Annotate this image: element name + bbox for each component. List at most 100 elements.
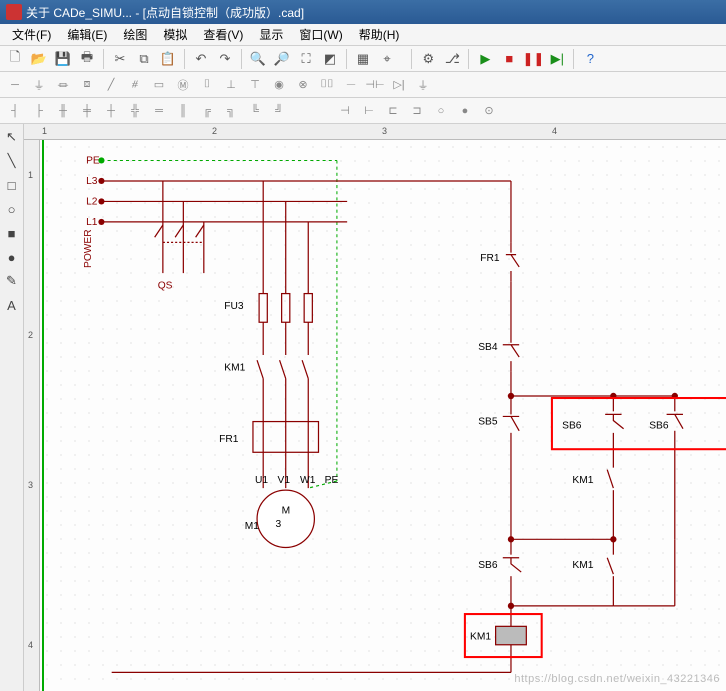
menu-display[interactable]: 显示 [251,24,291,45]
comp-coil[interactable]: ⌷ [196,74,218,96]
label-sb5: SB5 [478,417,498,428]
zoom-fit-button[interactable]: ⛶ [295,48,317,70]
sim-build-button[interactable]: ⎇ [441,48,463,70]
label-fu3: FU3 [224,301,244,312]
tool-pen[interactable]: ✎ [3,272,21,290]
separator [103,49,104,69]
pause-button[interactable]: ❚❚ [522,48,544,70]
label-v1: V1 [278,475,291,486]
comp-contact-nc[interactable]: ⊤ [244,74,266,96]
comp-breaker[interactable]: ⧈ [76,74,98,96]
redo-button[interactable]: ↷ [214,48,236,70]
menu-simulate[interactable]: 模拟 [155,24,195,45]
window-titlebar: 关于 CADe_SIMU... - [点动自锁控制（成功版）.cad] [0,0,726,24]
sim-config-button[interactable]: ⚙ [417,48,439,70]
zoom-out-button[interactable]: 🔎 [271,48,293,70]
comp2-k[interactable]: ╚ [244,100,266,122]
menu-help[interactable]: 帮助(H) [351,24,408,45]
toolbar-components-1: ─ ⏚ ⏛ ⧈ ╱ ⧣ ▭ Ⓜ ⌷ ⊥ ⊤ ◉ ⊗ ⌷⌷ ⏤ ⊣⊢ ▷| ⏚ [0,72,726,98]
comp2-n[interactable]: ⊢ [358,100,380,122]
comp-capacitor[interactable]: ⊣⊢ [364,74,386,96]
ruler-v-tick: 1 [28,170,33,180]
comp2-b[interactable]: ├ [28,100,50,122]
comp2-e[interactable]: ┼ [100,100,122,122]
comp-contact-no[interactable]: ⊥ [220,74,242,96]
comp2-i[interactable]: ╔ [196,100,218,122]
comp2-o[interactable]: ⊏ [382,100,404,122]
tool-line[interactable]: ╲ [3,152,21,170]
ruler-h-tick: 3 [382,126,387,136]
open-button[interactable]: 📂 [28,48,50,70]
step-button[interactable]: ▶| [546,48,568,70]
zoom-in-button[interactable]: 🔍 [247,48,269,70]
label-sb6b: SB6 [649,421,669,432]
ruler-v-tick: 3 [28,480,33,490]
comp2-h[interactable]: ║ [172,100,194,122]
save-button[interactable]: 💾 [52,48,74,70]
tool-circle[interactable]: ○ [3,200,21,218]
schematic-diagram: PE L3 L2 L1 POWER QS FU3 KM1 FR1 U1 V1 W… [40,140,726,691]
comp-power[interactable]: ⏚ [28,74,50,96]
menu-edit[interactable]: 编辑(E) [59,24,115,45]
comp2-s[interactable]: ⊙ [478,100,500,122]
menu-file[interactable]: 文件(F) [4,24,59,45]
play-button[interactable]: ▶ [474,48,496,70]
tool-text[interactable]: A [3,296,21,314]
zoom-region-button[interactable]: ◩ [319,48,341,70]
comp-transformer[interactable]: ⌷⌷ [316,74,338,96]
print-button[interactable]: 🖶 [76,48,98,70]
toolbar-components-2: ┤ ├ ╫ ╪ ┼ ╬ ═ ║ ╔ ╗ ╚ ╝ ⊣ ⊢ ⊏ ⊐ ○ ● ⊙ [0,98,726,124]
comp-diode[interactable]: ▷| [388,74,410,96]
comp-resistor[interactable]: ⏤ [340,74,362,96]
menu-window[interactable]: 窗口(W) [291,24,350,45]
ruler-h-tick: 1 [42,126,47,136]
label-km1d: KM1 [470,632,491,643]
undo-button[interactable]: ↶ [190,48,212,70]
snap-button[interactable]: ⌖ [376,48,398,70]
tool-fillrect[interactable]: ■ [3,224,21,242]
comp2-q[interactable]: ○ [430,100,452,122]
new-button[interactable]: 🗋 [4,48,26,70]
drawing-canvas[interactable]: PE L3 L2 L1 POWER QS FU3 KM1 FR1 U1 V1 W… [40,140,726,691]
separator [184,49,185,69]
canvas-wrap: 1 2 3 4 1 2 3 4 [24,124,726,691]
label-power: POWER [83,229,94,268]
ruler-horizontal: 1 2 3 4 [24,124,726,140]
cut-button[interactable]: ✂ [109,48,131,70]
grid-button[interactable]: ▦ [352,48,374,70]
toolbar-main: 🗋 📂 💾 🖶 ✂ ⧉ 📋 ↶ ↷ 🔍 🔎 ⛶ ◩ ▦ ⌖ ⚙ ⎇ ▶ ■ ❚❚… [0,46,726,72]
paste-button[interactable]: 📋 [157,48,179,70]
tool-rect[interactable]: □ [3,176,21,194]
comp2-f[interactable]: ╬ [124,100,146,122]
comp-ground[interactable]: ⏚ [412,74,434,96]
comp2-l[interactable]: ╝ [268,100,290,122]
comp-motor[interactable]: Ⓜ [172,74,194,96]
menu-draw[interactable]: 绘图 [115,24,155,45]
tool-select[interactable]: ↖ [3,128,21,146]
comp2-a[interactable]: ┤ [4,100,26,122]
comp2-c[interactable]: ╫ [52,100,74,122]
label-pe: PE [86,156,100,167]
comp-wire[interactable]: ─ [4,74,26,96]
comp-switch[interactable]: ╱ [100,74,122,96]
copy-button[interactable]: ⧉ [133,48,155,70]
stop-button[interactable]: ■ [498,48,520,70]
comp-button[interactable]: ◉ [268,74,290,96]
comp2-g[interactable]: ═ [148,100,170,122]
label-km1b: KM1 [572,475,593,486]
comp2-r[interactable]: ● [454,100,476,122]
comp-contactor[interactable]: ⧣ [124,74,146,96]
comp2-m[interactable]: ⊣ [334,100,356,122]
comp2-j[interactable]: ╗ [220,100,242,122]
help-button[interactable]: ? [579,48,601,70]
comp-fuse[interactable]: ⏛ [52,74,74,96]
comp-lamp[interactable]: ⊗ [292,74,314,96]
label-m: M [282,506,291,517]
comp-relay[interactable]: ▭ [148,74,170,96]
label-km1c: KM1 [572,560,593,571]
menu-view[interactable]: 查看(V) [195,24,251,45]
comp2-d[interactable]: ╪ [76,100,98,122]
label-fr1b: FR1 [480,253,500,264]
comp2-p[interactable]: ⊐ [406,100,428,122]
tool-fillcircle[interactable]: ● [3,248,21,266]
